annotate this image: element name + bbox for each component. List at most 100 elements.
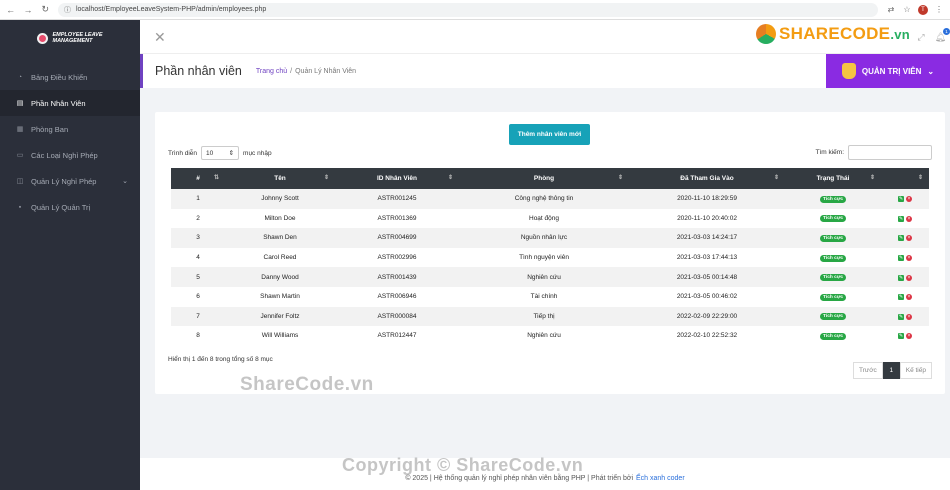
sidebar-item-admin-management[interactable]: ▪ Quản Lý Quản Trị [0,194,140,220]
breadcrumb-home-link[interactable]: Trang chủ [256,68,287,75]
delete-icon[interactable]: × [906,235,912,242]
cell-name: Will Williams [261,332,299,340]
delete-icon[interactable]: × [906,215,912,222]
back-icon[interactable]: ← [6,5,15,15]
sidebar-item-dashboard[interactable]: ◔ Bảng Điều Khiển [0,64,140,90]
cell-name: Shawn Martin [260,293,300,301]
cell-joined: 2020-11-10 20:40:02 [677,214,737,222]
page-title-bar: Phần nhân viên Trang chủ / Quản Lý Nhân … [140,54,950,88]
table-info: Hiển thị 1 đến 8 trong tổng số 8 mục [168,356,273,363]
logo-icon [37,32,49,44]
column-header-number[interactable]: # ⇅ [171,168,225,189]
pagination-next[interactable]: Kế tiếp [899,362,932,379]
edit-icon[interactable]: ✎ [898,196,904,203]
status-badge: Tích cực [819,332,846,340]
cell-joined: 2021-03-03 17:44:13 [676,254,738,262]
table-row: 1 Johnny Scott ASTR001245 Công nghệ thôn… [171,189,929,209]
employee-table: # ⇅ Tên ⇕ ID Nhân Viên ⇕ Phòng ⇕ Đã Tham Gia… [171,168,929,346]
footer-author-link[interactable]: Ếch xanh coder [636,475,685,482]
sidebar-item-leave-types[interactable]: ▭ Các Loại Nghỉ Phép [0,142,140,168]
edit-icon[interactable]: ✎ [898,294,904,301]
delete-icon[interactable]: × [906,274,912,281]
column-header-name[interactable]: Tên ⇕ [225,168,335,189]
status-badge: Tích cực [819,293,846,301]
breadcrumb: Trang chủ / Quản Lý Nhân Viên [256,68,356,75]
edit-icon[interactable]: ✎ [898,333,904,340]
table-row: 4 Carol Reed ASTR002996 Tình nguyện viên… [171,247,929,268]
cell-employee-id: ASTR012447 [377,332,417,340]
status-badge: Tích cực [819,274,846,282]
delete-icon[interactable]: × [906,255,912,262]
edit-icon[interactable]: ✎ [898,255,904,262]
edit-icon[interactable]: ✎ [898,215,904,222]
sidebar-item-departments[interactable]: ▦ Phòng Ban [0,116,140,142]
edit-icon[interactable]: ✎ [898,274,904,281]
lock-icon: ▪ [18,203,22,211]
delete-icon[interactable]: × [906,294,912,301]
bell-icon[interactable]: 🔔︎ 1 [935,28,950,43]
close-icon[interactable]: ✕ [154,30,166,44]
translate-icon[interactable]: ⇄ [886,5,896,15]
delete-icon[interactable]: × [906,196,912,203]
edit-icon[interactable]: ✎ [898,235,904,242]
fullscreen-icon[interactable]: ⤢ [917,32,924,43]
edit-icon[interactable]: ✎ [898,313,904,320]
sidebar-item-label: Các Loại Nghỉ Phép [31,150,98,160]
address-bar[interactable]: ⓘ localhost/EmployeeLeaveSystem-PHP/admi… [57,2,878,17]
app-logo[interactable]: Employee Leave Management [0,20,140,56]
cell-number: 3 [196,234,200,242]
department-icon: ▦ [16,126,24,133]
search-label: Tìm kiếm: [815,149,844,156]
column-header-status[interactable]: Trạng Thái ⇕ [785,168,881,189]
delete-icon[interactable]: × [906,333,912,340]
table-row: 8 Will Williams ASTR012447 Nghiên cứu 20… [171,326,929,346]
admin-menu-button[interactable]: QUẢN TRỊ VIÊN ⌄ [826,54,950,88]
column-header-employee-id[interactable]: ID Nhân Viên ⇕ [335,168,459,189]
sidebar-item-label: Quản Lý Nghỉ Phép [31,176,97,186]
cell-joined: 2021-03-05 00:14:48 [676,273,738,281]
cell-number: 8 [196,332,200,340]
column-header-actions[interactable]: ⇕ [881,168,929,189]
cell-department: Tình nguyện viên [519,254,569,262]
sort-icon: ⇕ [869,175,875,181]
cell-employee-id: ASTR001245 [377,195,417,203]
forward-icon[interactable]: → [23,5,32,15]
sidebar: Employee Leave Management ◔ Bảng Điều Kh… [0,20,140,490]
sort-icon: ⇕ [617,175,623,181]
cell-number: 7 [196,312,200,320]
sort-icon: ⇅ [213,175,219,181]
cell-name: Carol Reed [263,254,297,262]
select-arrows-icon: ⇕ [228,150,235,157]
star-icon[interactable]: ☆ [902,5,912,15]
table-row: 2 Milton Doe ASTR001369 Hoạt động 2020-1… [171,208,929,229]
logo-line-2: Management [52,38,93,44]
cell-name: Shawn Den [263,234,297,242]
status-badge: Tích cực [819,254,846,262]
add-employee-button[interactable]: Thêm nhân viên mới [509,124,590,145]
column-header-department[interactable]: Phòng ⇕ [459,168,629,189]
sidebar-item-leave-management[interactable]: ◫ Quản Lý Nghỉ Phép ⌄ [0,168,140,194]
breadcrumb-current: Quản Lý Nhân Viên [295,67,357,75]
delete-icon[interactable]: × [906,313,912,320]
admin-avatar [841,63,856,79]
cell-department: Nghiên cứu [527,332,561,340]
entries-length-select[interactable]: 10 ⇕ [201,146,240,160]
sharecode-main: SHARECODE [778,24,891,43]
cell-name: Danny Wood [261,273,299,281]
page-title: Phần nhân viên [155,64,242,78]
pagination-page-1[interactable]: 1 [882,362,900,379]
chevron-down-icon: ⌄ [927,66,935,76]
dashboard-icon: ◔ [17,73,23,81]
menu-icon[interactable]: ⋮ [934,5,944,15]
column-header-joined[interactable]: Đã Tham Gia Vào ⇕ [629,168,785,189]
site-info-icon[interactable]: ⓘ [64,5,71,15]
profile-avatar[interactable]: T [918,4,928,15]
table-row: 5 Danny Wood ASTR001439 Nghiên cứu 2021-… [171,267,929,287]
pagination-previous[interactable]: Trước [852,362,883,379]
status-badge: Tích cực [819,234,846,242]
reload-icon[interactable]: ↻ [41,4,50,15]
cell-employee-id: ASTR006946 [377,293,417,301]
leave-type-icon: ▭ [16,152,24,159]
search-input[interactable] [848,145,932,160]
sidebar-item-employees[interactable]: ▤ Phần Nhân Viên [0,90,140,116]
